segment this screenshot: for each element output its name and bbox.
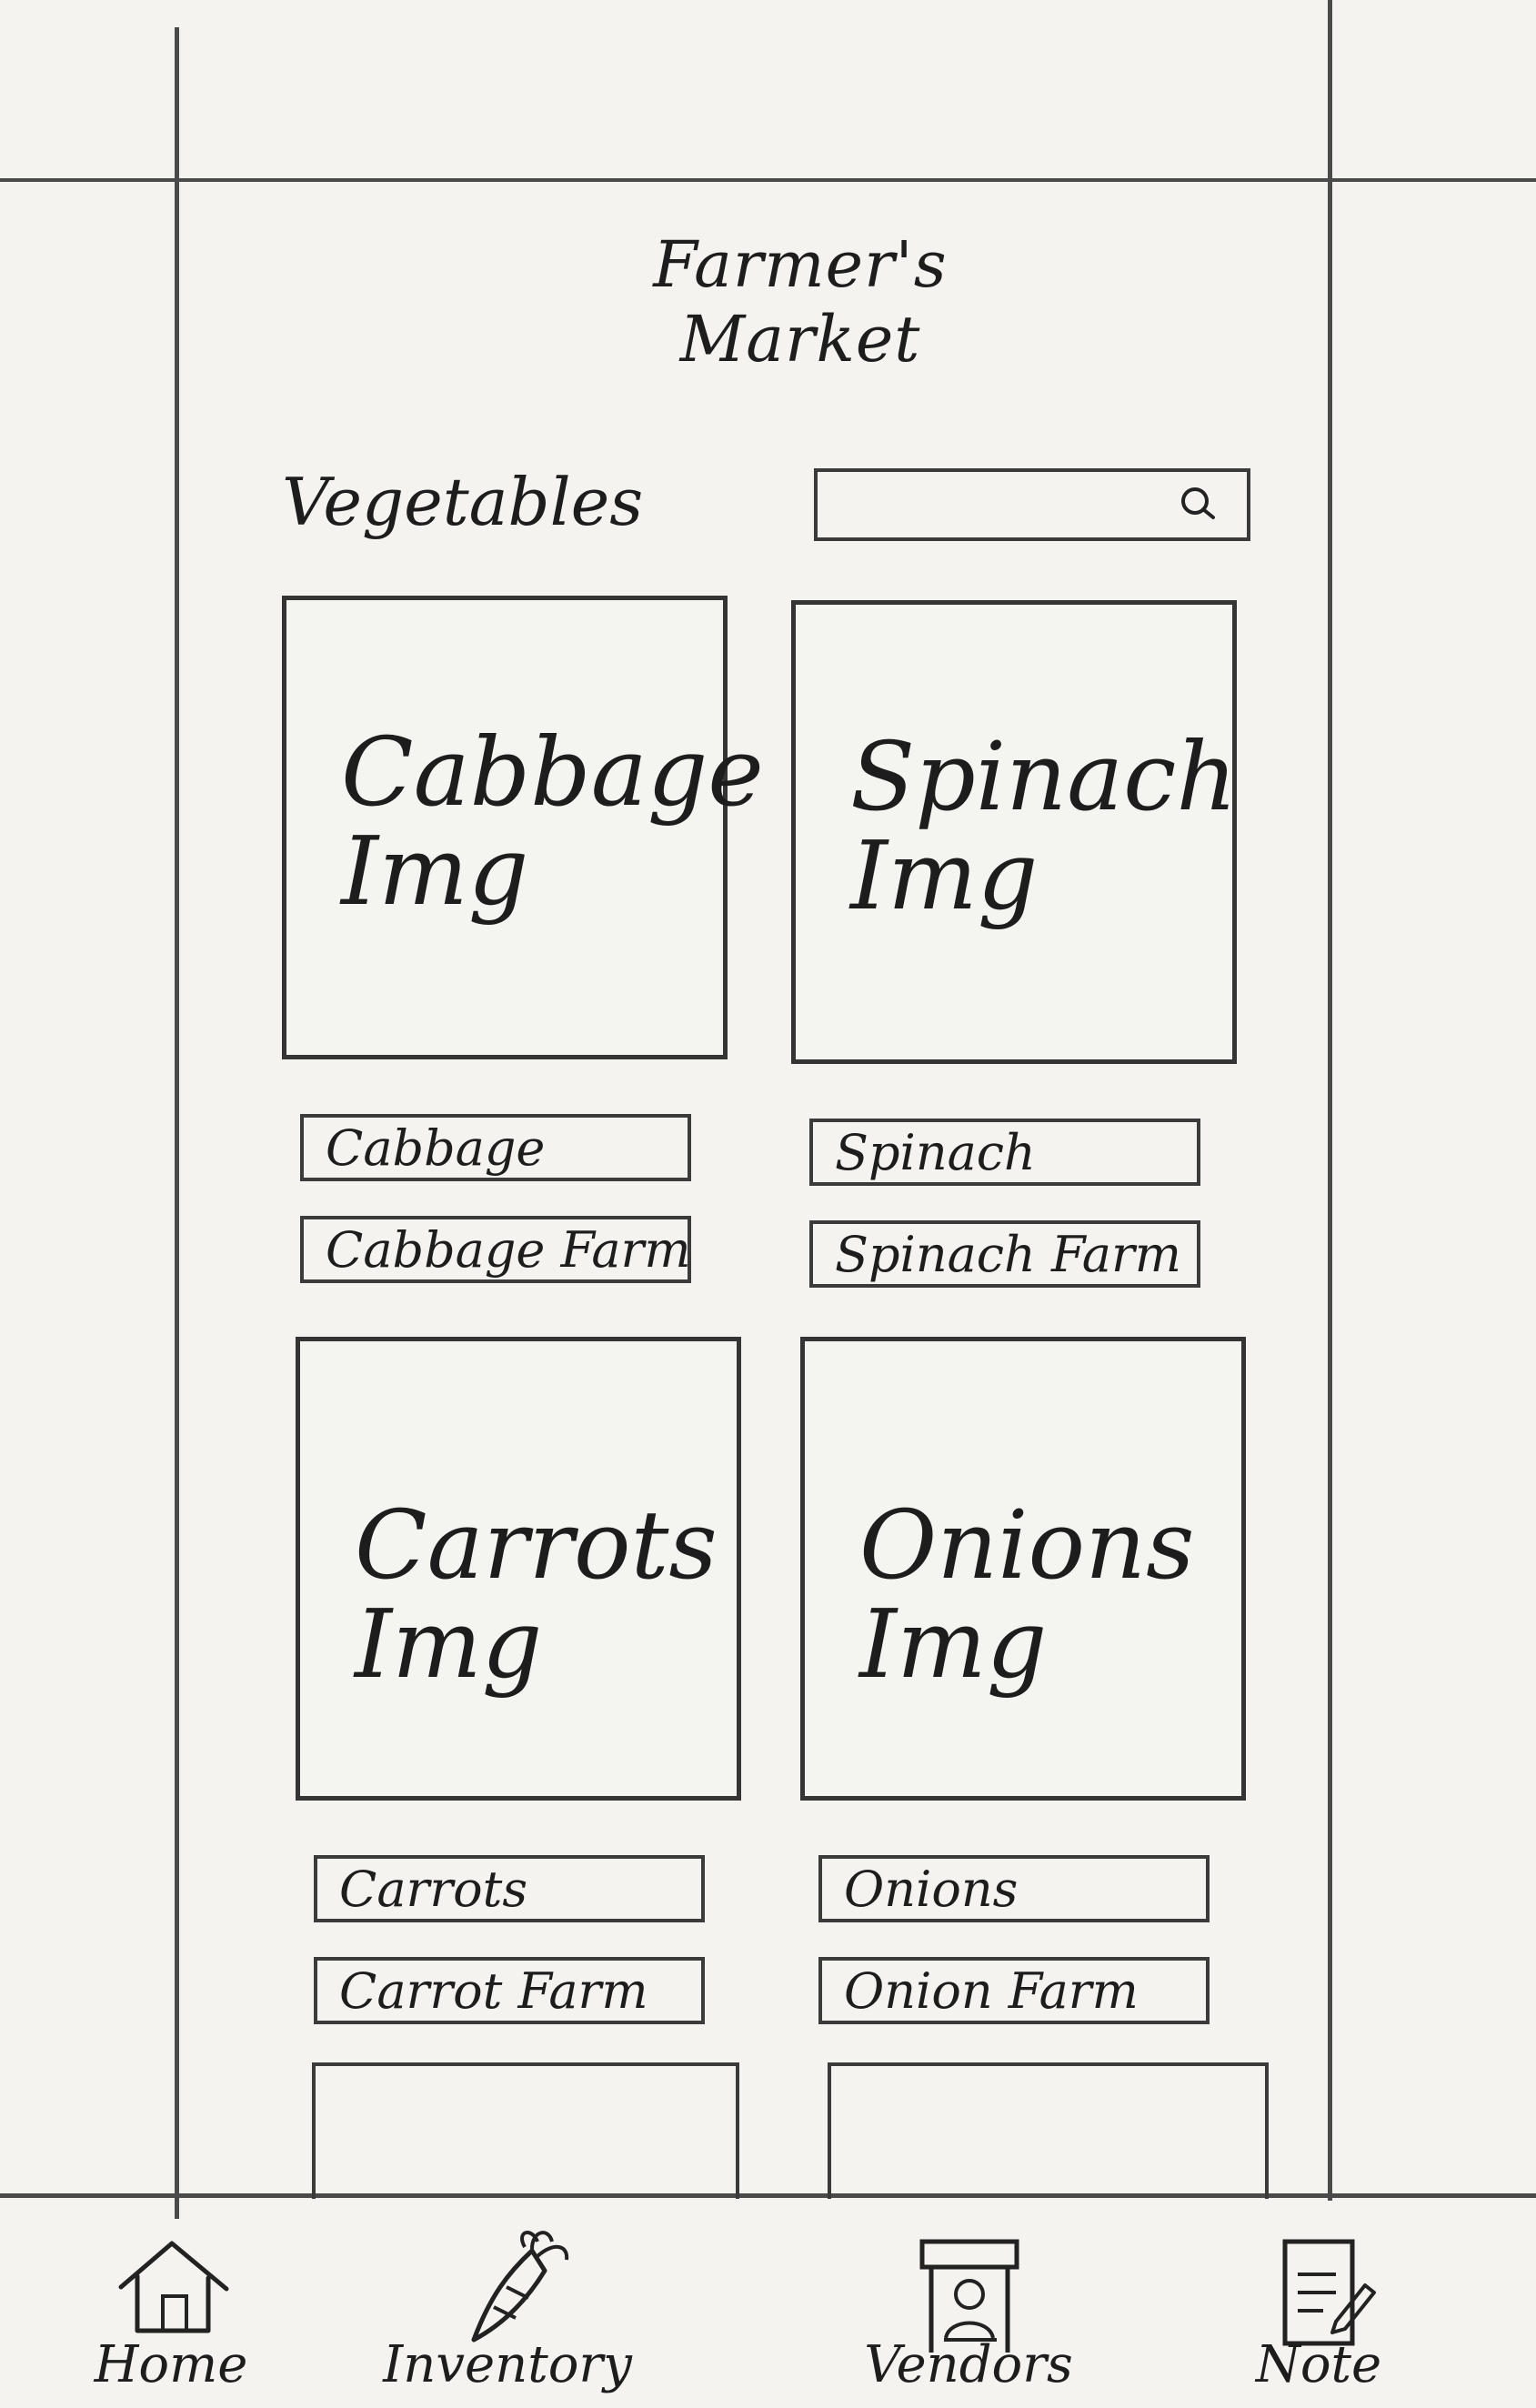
product-image-label: Onions Img — [859, 1490, 1195, 1701]
search-input[interactable] — [814, 468, 1250, 541]
product-image-spinach[interactable]: Spinach Img — [791, 600, 1237, 1064]
section-title-vegetables: Vegetables — [282, 464, 644, 540]
nav-item-inventory[interactable]: Inventory — [362, 2201, 653, 2408]
product-image-label: Spinach Img — [850, 721, 1238, 932]
product-name-field[interactable]: Spinach — [809, 1119, 1200, 1186]
bottom-nav-divider — [0, 2193, 1536, 2198]
product-image-carrots[interactable]: Carrots Img — [296, 1337, 741, 1801]
product-image-label: Carrots Img — [355, 1490, 718, 1701]
product-image-label: Cabbage Img — [341, 717, 764, 928]
product-name-field[interactable]: Onions — [818, 1855, 1210, 1922]
product-name-field[interactable]: Carrots — [314, 1855, 705, 1922]
next-product-card-right[interactable] — [828, 2062, 1269, 2199]
nav-item-home[interactable]: Home — [25, 2201, 316, 2408]
product-farm-field[interactable]: Cabbage Farm — [300, 1216, 691, 1283]
bottom-navigation: Home Inventory Vendors Note — [0, 2201, 1536, 2408]
product-farm-field[interactable]: Onion Farm — [818, 1957, 1210, 2024]
top-divider — [0, 178, 1536, 182]
product-name-field[interactable]: Cabbage — [300, 1114, 691, 1181]
next-product-card-left[interactable] — [312, 2062, 739, 2199]
product-image-cabbage[interactable]: Cabbage Img — [282, 596, 764, 1059]
product-farm-field[interactable]: Carrot Farm — [314, 1957, 705, 2024]
nav-label-note: Note — [1255, 2335, 1382, 2394]
product-farm-field[interactable]: Spinach Farm — [809, 1220, 1200, 1288]
left-frame-line — [175, 27, 179, 2219]
product-image-onions[interactable]: Onions Img — [800, 1337, 1246, 1801]
page-title: Farmer's Market — [653, 227, 948, 376]
nav-label-home: Home — [94, 2335, 248, 2394]
search-icon[interactable] — [1174, 480, 1223, 529]
nav-item-note[interactable]: Note — [1173, 2201, 1464, 2408]
nav-label-vendors: Vendors — [864, 2335, 1073, 2394]
right-frame-line — [1328, 0, 1332, 2201]
nav-item-vendors[interactable]: Vendors — [823, 2201, 1114, 2408]
nav-label-inventory: Inventory — [383, 2335, 632, 2394]
